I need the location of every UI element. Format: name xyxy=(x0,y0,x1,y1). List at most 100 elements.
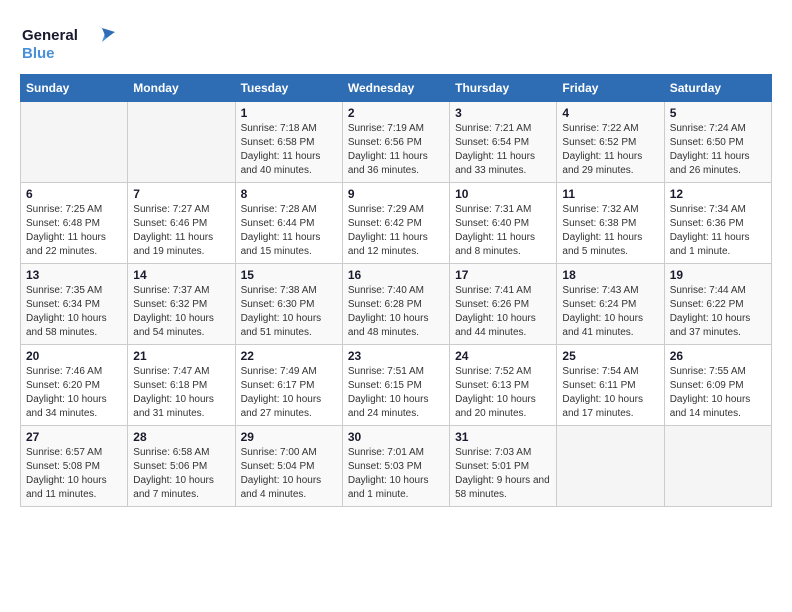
day-cell: 25 Sunrise: 7:54 AMSunset: 6:11 PMDayligh… xyxy=(557,345,664,426)
day-cell: 18 Sunrise: 7:43 AMSunset: 6:24 PMDayligh… xyxy=(557,264,664,345)
day-cell: 30 Sunrise: 7:01 AMSunset: 5:03 PMDayligh… xyxy=(342,426,449,507)
day-number: 23 xyxy=(348,349,444,363)
day-cell: 15 Sunrise: 7:38 AMSunset: 6:30 PMDayligh… xyxy=(235,264,342,345)
day-info: Sunrise: 7:00 AMSunset: 5:04 PMDaylight:… xyxy=(241,446,337,502)
day-cell: 3 Sunrise: 7:21 AMSunset: 6:54 PMDaylight… xyxy=(450,102,557,183)
day-number: 20 xyxy=(26,349,122,363)
day-info: Sunrise: 7:55 AMSunset: 6:09 PMDaylight:… xyxy=(670,365,766,421)
day-cell: 23 Sunrise: 7:51 AMSunset: 6:15 PMDayligh… xyxy=(342,345,449,426)
day-number: 30 xyxy=(348,430,444,444)
day-info: Sunrise: 7:49 AMSunset: 6:17 PMDaylight:… xyxy=(241,365,337,421)
day-number: 8 xyxy=(241,187,337,201)
logo: General Blue xyxy=(20,20,120,64)
day-cell xyxy=(21,102,128,183)
day-cell: 19 Sunrise: 7:44 AMSunset: 6:22 PMDayligh… xyxy=(664,264,771,345)
day-number: 31 xyxy=(455,430,551,444)
day-cell: 13 Sunrise: 7:35 AMSunset: 6:34 PMDayligh… xyxy=(21,264,128,345)
weekday-tuesday: Tuesday xyxy=(235,75,342,102)
day-cell: 26Sunrise: 7:55 AMSunset: 6:09 PMDayligh… xyxy=(664,345,771,426)
day-info: Sunrise: 7:18 AMSunset: 6:58 PMDaylight:… xyxy=(241,122,337,178)
weekday-friday: Friday xyxy=(557,75,664,102)
logo-container: General Blue xyxy=(20,20,120,64)
svg-text:Blue: Blue xyxy=(22,45,55,62)
day-info: Sunrise: 6:57 AMSunset: 5:08 PMDaylight:… xyxy=(26,446,122,502)
week-row-1: 1 Sunrise: 7:18 AMSunset: 6:58 PMDaylight… xyxy=(21,102,772,183)
day-cell: 10 Sunrise: 7:31 AMSunset: 6:40 PMDayligh… xyxy=(450,183,557,264)
day-info: Sunrise: 7:51 AMSunset: 6:15 PMDaylight:… xyxy=(348,365,444,421)
day-number: 6 xyxy=(26,187,122,201)
day-info: Sunrise: 7:19 AMSunset: 6:56 PMDaylight:… xyxy=(348,122,444,178)
weekday-header-row: SundayMondayTuesdayWednesdayThursdayFrid… xyxy=(21,75,772,102)
day-info: Sunrise: 7:34 AMSunset: 6:36 PMDaylight:… xyxy=(670,203,766,259)
day-cell: 6 Sunrise: 7:25 AMSunset: 6:48 PMDaylight… xyxy=(21,183,128,264)
day-number: 18 xyxy=(562,268,658,282)
header: General Blue xyxy=(20,20,772,64)
day-cell: 16 Sunrise: 7:40 AMSunset: 6:28 PMDayligh… xyxy=(342,264,449,345)
day-info: Sunrise: 7:41 AMSunset: 6:26 PMDaylight:… xyxy=(455,284,551,340)
day-cell xyxy=(664,426,771,507)
day-cell: 27Sunrise: 6:57 AMSunset: 5:08 PMDayligh… xyxy=(21,426,128,507)
day-info: Sunrise: 7:32 AMSunset: 6:38 PMDaylight:… xyxy=(562,203,658,259)
week-row-5: 27Sunrise: 6:57 AMSunset: 5:08 PMDayligh… xyxy=(21,426,772,507)
day-info: Sunrise: 7:03 AMSunset: 5:01 PMDaylight:… xyxy=(455,446,551,502)
weekday-monday: Monday xyxy=(128,75,235,102)
day-info: Sunrise: 7:25 AMSunset: 6:48 PMDaylight:… xyxy=(26,203,122,259)
day-number: 16 xyxy=(348,268,444,282)
day-number: 11 xyxy=(562,187,658,201)
week-row-3: 13 Sunrise: 7:35 AMSunset: 6:34 PMDayligh… xyxy=(21,264,772,345)
weekday-saturday: Saturday xyxy=(664,75,771,102)
day-info: Sunrise: 7:22 AMSunset: 6:52 PMDaylight:… xyxy=(562,122,658,178)
day-info: Sunrise: 7:35 AMSunset: 6:34 PMDaylight:… xyxy=(26,284,122,340)
weekday-wednesday: Wednesday xyxy=(342,75,449,102)
day-number: 10 xyxy=(455,187,551,201)
day-cell: 29 Sunrise: 7:00 AMSunset: 5:04 PMDayligh… xyxy=(235,426,342,507)
weekday-thursday: Thursday xyxy=(450,75,557,102)
day-cell xyxy=(557,426,664,507)
day-info: Sunrise: 7:46 AMSunset: 6:20 PMDaylight:… xyxy=(26,365,122,421)
week-row-2: 6 Sunrise: 7:25 AMSunset: 6:48 PMDaylight… xyxy=(21,183,772,264)
day-number: 15 xyxy=(241,268,337,282)
day-info: Sunrise: 7:52 AMSunset: 6:13 PMDaylight:… xyxy=(455,365,551,421)
logo-svg: General Blue xyxy=(20,20,120,64)
day-cell: 24 Sunrise: 7:52 AMSunset: 6:13 PMDayligh… xyxy=(450,345,557,426)
day-cell xyxy=(128,102,235,183)
day-number: 3 xyxy=(455,106,551,120)
day-info: Sunrise: 7:54 AMSunset: 6:11 PMDaylight:… xyxy=(562,365,658,421)
day-cell: 5Sunrise: 7:24 AMSunset: 6:50 PMDaylight… xyxy=(664,102,771,183)
day-info: Sunrise: 7:43 AMSunset: 6:24 PMDaylight:… xyxy=(562,284,658,340)
day-cell: 7Sunrise: 7:27 AMSunset: 6:46 PMDaylight… xyxy=(128,183,235,264)
day-number: 7 xyxy=(133,187,229,201)
day-number: 29 xyxy=(241,430,337,444)
week-row-4: 20 Sunrise: 7:46 AMSunset: 6:20 PMDayligh… xyxy=(21,345,772,426)
day-info: Sunrise: 7:47 AMSunset: 6:18 PMDaylight:… xyxy=(133,365,229,421)
day-info: Sunrise: 7:21 AMSunset: 6:54 PMDaylight:… xyxy=(455,122,551,178)
day-cell: 31 Sunrise: 7:03 AMSunset: 5:01 PMDayligh… xyxy=(450,426,557,507)
day-number: 1 xyxy=(241,106,337,120)
day-info: Sunrise: 7:29 AMSunset: 6:42 PMDaylight:… xyxy=(348,203,444,259)
day-cell: 11 Sunrise: 7:32 AMSunset: 6:38 PMDayligh… xyxy=(557,183,664,264)
day-cell: 4Sunrise: 7:22 AMSunset: 6:52 PMDaylight… xyxy=(557,102,664,183)
day-info: Sunrise: 7:38 AMSunset: 6:30 PMDaylight:… xyxy=(241,284,337,340)
day-number: 25 xyxy=(562,349,658,363)
day-cell: 21Sunrise: 7:47 AMSunset: 6:18 PMDayligh… xyxy=(128,345,235,426)
day-number: 2 xyxy=(348,106,444,120)
day-info: Sunrise: 7:44 AMSunset: 6:22 PMDaylight:… xyxy=(670,284,766,340)
day-number: 13 xyxy=(26,268,122,282)
day-number: 19 xyxy=(670,268,766,282)
day-number: 28 xyxy=(133,430,229,444)
day-number: 22 xyxy=(241,349,337,363)
day-info: Sunrise: 7:31 AMSunset: 6:40 PMDaylight:… xyxy=(455,203,551,259)
day-cell: 14Sunrise: 7:37 AMSunset: 6:32 PMDayligh… xyxy=(128,264,235,345)
day-cell: 17Sunrise: 7:41 AMSunset: 6:26 PMDayligh… xyxy=(450,264,557,345)
day-number: 24 xyxy=(455,349,551,363)
day-cell: 12 Sunrise: 7:34 AMSunset: 6:36 PMDayligh… xyxy=(664,183,771,264)
day-cell: 22 Sunrise: 7:49 AMSunset: 6:17 PMDayligh… xyxy=(235,345,342,426)
day-info: Sunrise: 6:58 AMSunset: 5:06 PMDaylight:… xyxy=(133,446,229,502)
day-number: 5 xyxy=(670,106,766,120)
day-number: 9 xyxy=(348,187,444,201)
day-info: Sunrise: 7:40 AMSunset: 6:28 PMDaylight:… xyxy=(348,284,444,340)
day-info: Sunrise: 7:01 AMSunset: 5:03 PMDaylight:… xyxy=(348,446,444,502)
day-info: Sunrise: 7:28 AMSunset: 6:44 PMDaylight:… xyxy=(241,203,337,259)
day-cell: 2 Sunrise: 7:19 AMSunset: 6:56 PMDaylight… xyxy=(342,102,449,183)
day-number: 12 xyxy=(670,187,766,201)
